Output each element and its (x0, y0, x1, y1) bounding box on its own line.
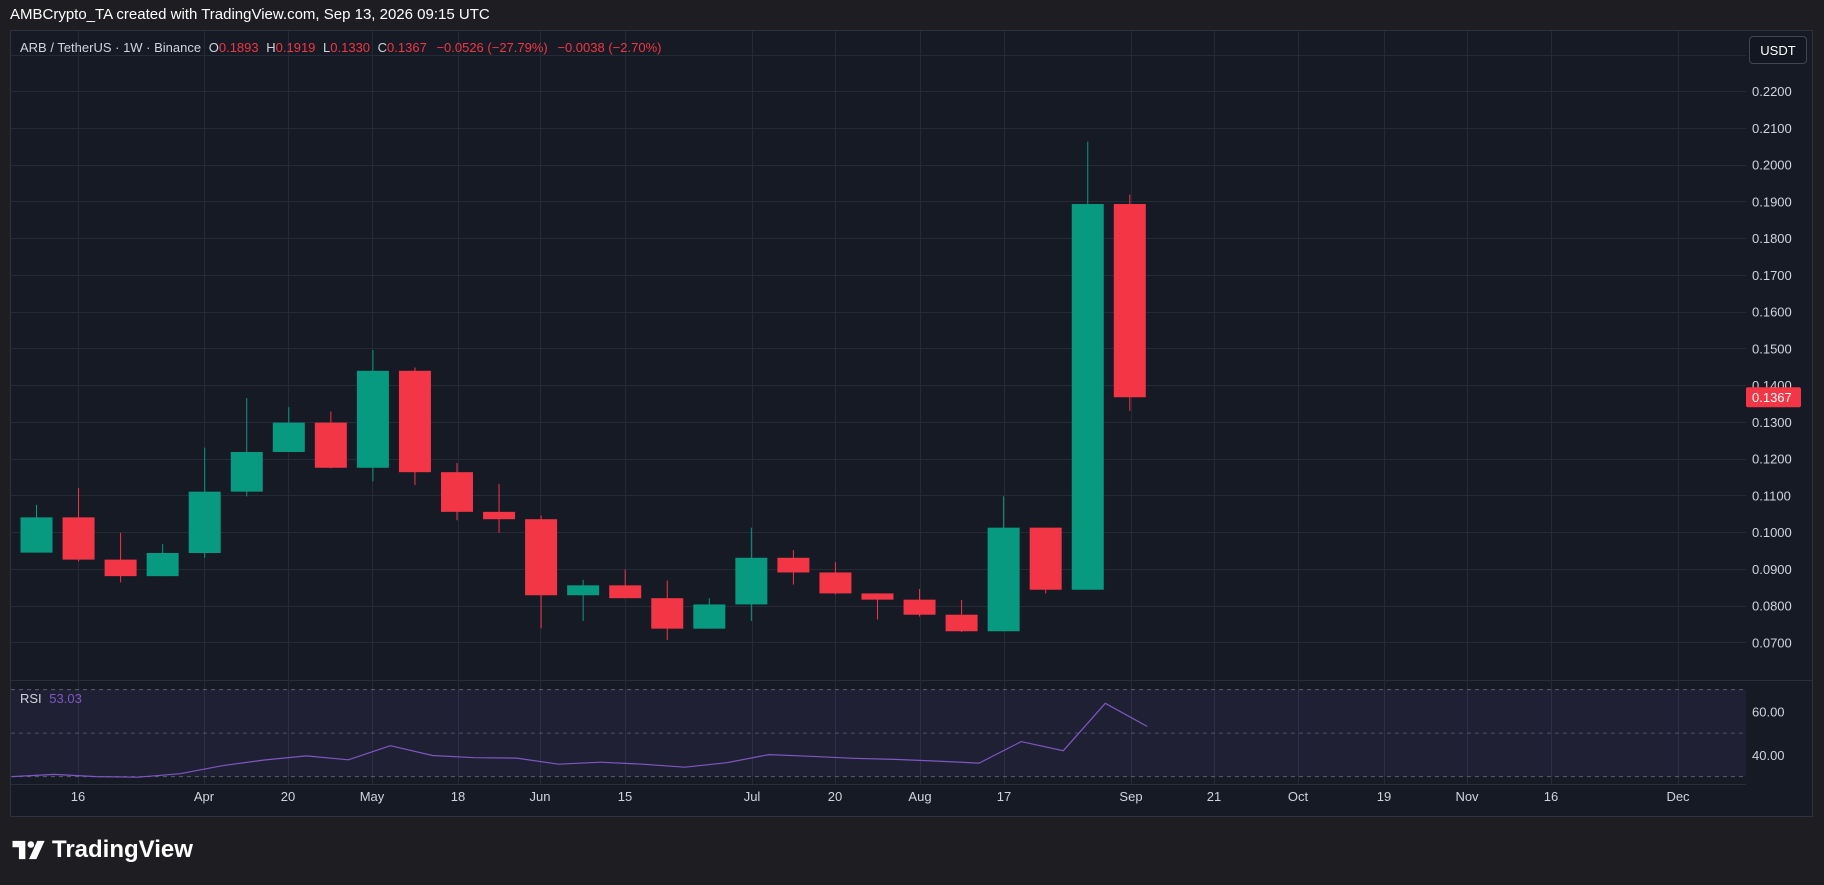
high-value: 0.1919 (275, 40, 316, 55)
price-tick-label: 0.1000 (1752, 525, 1792, 540)
rsi-name[interactable]: RSI (20, 691, 42, 706)
candle-down (1029, 527, 1062, 590)
candle-up (356, 370, 389, 468)
price-tick-label: 0.1100 (1752, 488, 1791, 503)
time-tick-label: 19 (1377, 789, 1391, 804)
high-label: H (266, 40, 276, 55)
candle-up (188, 491, 221, 553)
time-tick-label: Jun (530, 789, 551, 804)
candle-down (525, 519, 558, 596)
candle-down (483, 511, 516, 520)
candle-up (693, 604, 726, 629)
price-tick-label: 0.1600 (1752, 305, 1792, 320)
candle-down (441, 472, 473, 512)
candle-down (861, 593, 894, 600)
candle-down (609, 585, 642, 599)
open-value: 0.1893 (218, 40, 259, 55)
time-tick-label: Jul (744, 789, 761, 804)
candle-down (104, 559, 137, 577)
candle-down (314, 422, 347, 468)
price-tick-label: 0.1800 (1752, 231, 1792, 246)
candle-up (272, 422, 305, 452)
time-tick-label: 20 (281, 789, 295, 804)
price-tick-label: 0.1700 (1752, 268, 1792, 283)
price-tick-label: 0.1900 (1752, 194, 1792, 209)
time-tick-label: May (360, 789, 385, 804)
time-tick-label: 17 (997, 789, 1011, 804)
currency-button[interactable]: USDT (1749, 36, 1807, 64)
chart-canvas[interactable]: 0.23000.22000.21000.20000.19000.18000.17… (0, 0, 1824, 885)
rsi-value: 53.03 (49, 691, 82, 706)
time-tick-label: 21 (1207, 789, 1221, 804)
candle-up (20, 517, 53, 553)
candle-up (230, 451, 263, 492)
time-tick-label: Sep (1119, 789, 1142, 804)
candle-down (398, 370, 431, 473)
candle-up (735, 557, 768, 605)
brand-name: TradingView (52, 836, 193, 863)
candle-up (1071, 204, 1104, 590)
rsi-legend: RSI 53.03 (20, 691, 82, 706)
time-tick-label: Aug (908, 789, 931, 804)
time-tick-label: 20 (828, 789, 842, 804)
last-price-label: 0.1367 (1752, 390, 1792, 405)
price-tick-label: 0.0700 (1752, 635, 1792, 650)
low-value: 0.1330 (330, 40, 371, 55)
symbol-label[interactable]: ARB / TetherUS · 1W · Binance (20, 40, 201, 55)
close-value: 0.1367 (387, 40, 427, 55)
time-tick-label: Apr (194, 789, 215, 804)
candle-down (819, 572, 852, 594)
candle-down (651, 598, 684, 629)
price-tick-label: 0.2200 (1752, 84, 1792, 99)
price-tick-label: 0.2100 (1752, 121, 1792, 136)
time-tick-label: Oct (1288, 789, 1309, 804)
price-tick-label: 0.0900 (1752, 562, 1792, 577)
price-tick-label: 0.1200 (1752, 452, 1792, 467)
time-tick-label: 18 (451, 789, 465, 804)
ohlc-legend: ARB / TetherUS · 1W · Binance O0.1893 H0… (20, 40, 661, 55)
candle-down (903, 599, 936, 615)
change-value: −0.0526 (−27.79%) (436, 40, 548, 55)
candle-up (567, 585, 600, 596)
rsi-tick-label: 40.00 (1752, 748, 1785, 763)
time-tick-label: 15 (618, 789, 632, 804)
price-tick-label: 0.0800 (1752, 599, 1792, 614)
rsi-tick-label: 60.00 (1752, 704, 1785, 719)
candle-down (945, 614, 978, 632)
close-label: C (377, 40, 388, 55)
time-tick-label: 16 (71, 789, 85, 804)
change-value-2: −0.0038 (−2.70%) (557, 40, 662, 55)
time-tick-label: 16 (1544, 789, 1558, 804)
price-tick-label: 0.2000 (1752, 158, 1792, 173)
candle-down (1113, 204, 1146, 398)
time-tick-label: Dec (1666, 789, 1690, 804)
candle-down (777, 557, 810, 573)
time-tick-label: Nov (1455, 789, 1479, 804)
candle-down (62, 517, 95, 560)
candle-up (146, 553, 179, 577)
tradingview-logo-icon (12, 840, 45, 860)
price-tick-label: 0.1300 (1752, 415, 1792, 430)
price-tick-label: 0.1500 (1752, 341, 1792, 356)
open-label: O (208, 40, 219, 55)
tradingview-brand[interactable]: TradingView (12, 836, 193, 864)
candle-up (987, 527, 1020, 632)
